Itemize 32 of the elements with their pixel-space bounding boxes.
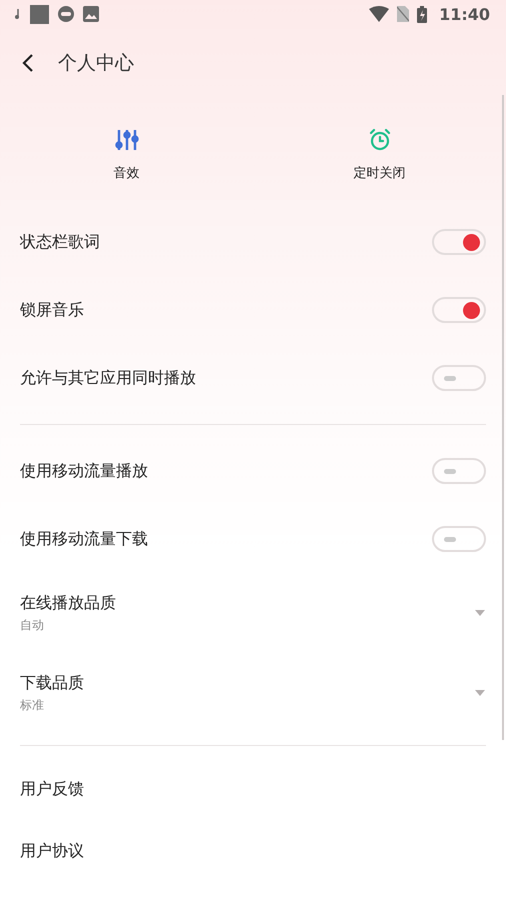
no-sim-icon — [397, 6, 410, 22]
setting-label: 在线播放品质 — [20, 592, 117, 614]
cloud-icon — [57, 6, 75, 22]
toggle-switch[interactable] — [432, 458, 486, 484]
setting-value: 标准 — [20, 696, 45, 714]
toggle-switch[interactable] — [432, 229, 486, 255]
toggle-switch[interactable] — [432, 526, 486, 552]
image-icon — [83, 6, 99, 22]
equalizer-icon — [114, 128, 138, 152]
setting-label: 使用移动流量下载 — [20, 528, 148, 550]
toggle-switch[interactable] — [432, 297, 486, 323]
status-time: 11:40 — [439, 4, 490, 24]
setting-value: 自动 — [20, 616, 45, 634]
music-note-icon — [14, 8, 22, 20]
quick-action-button[interactable]: 定时关闭 — [350, 124, 410, 186]
battery-icon — [417, 6, 428, 22]
scrollbar[interactable] — [502, 95, 504, 740]
setting-label: 允许与其它应用同时播放 — [20, 368, 196, 388]
dropdown-arrow-icon[interactable] — [474, 609, 486, 617]
setting-label: 使用移动流量播放 — [20, 460, 148, 482]
menu-item[interactable]: 用户协议 — [0, 820, 506, 882]
setting-label: 状态栏歌词 — [20, 232, 100, 252]
wifi-icon — [369, 6, 390, 22]
dropdown-arrow-icon[interactable] — [474, 689, 486, 697]
square-icon — [30, 4, 49, 24]
page-title: 个人中心 — [58, 51, 134, 76]
quick-action-button[interactable]: 音效 — [110, 124, 144, 186]
setting-label: 下载品质 — [20, 672, 85, 694]
alarm-clock-icon — [368, 128, 392, 152]
menu-item[interactable]: 用户反馈 — [0, 758, 506, 820]
setting-label: 锁屏音乐 — [20, 300, 84, 320]
toggle-switch[interactable] — [432, 365, 486, 391]
